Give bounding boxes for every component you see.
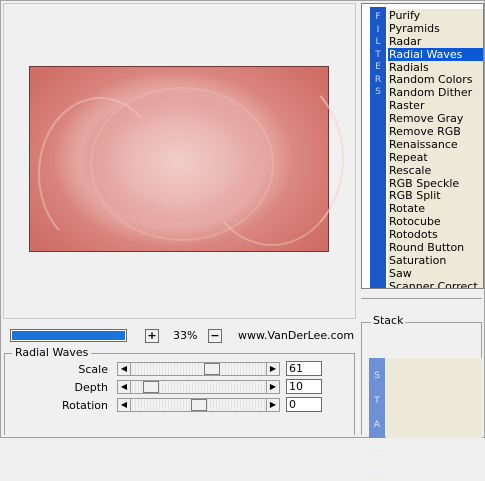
zoom-level: 33% xyxy=(173,329,198,342)
filter-item[interactable]: Renaissance xyxy=(388,138,483,151)
filter-item[interactable]: Raster xyxy=(388,99,483,112)
stack-tab-letter: C xyxy=(373,444,381,455)
filter-item[interactable]: Remove RGB xyxy=(388,125,483,138)
zoom-out-button[interactable]: − xyxy=(208,329,222,343)
filters-tab-letter: I xyxy=(376,24,380,35)
progress-bar xyxy=(10,329,127,342)
filter-item[interactable]: Radar xyxy=(388,35,483,48)
slider-thumb[interactable] xyxy=(142,381,159,393)
filter-item[interactable]: Rescale xyxy=(388,164,483,177)
filter-item[interactable]: Rotate xyxy=(388,202,483,215)
arrow-left-icon[interactable]: ◀ xyxy=(118,399,131,411)
progress-fill xyxy=(12,331,125,340)
stack-tab-letter: T xyxy=(374,395,380,406)
filter-item[interactable]: Round Button xyxy=(388,241,483,254)
stack-tab-letter: A xyxy=(373,420,381,430)
slider-thumb[interactable] xyxy=(190,399,207,411)
filter-item[interactable]: Rotodots xyxy=(388,228,483,241)
filter-item[interactable]: Pyramids xyxy=(388,22,483,35)
param-slider[interactable]: ◀ ▶ xyxy=(117,362,280,376)
credit-link[interactable]: www.VanDerLee.com xyxy=(238,329,354,342)
preview-image[interactable] xyxy=(29,66,344,252)
filter-item[interactable]: Remove Gray xyxy=(388,112,483,125)
param-label: Scale xyxy=(78,363,108,376)
group-title: Radial Waves xyxy=(12,346,92,359)
filter-item[interactable]: Radial Waves xyxy=(388,47,483,61)
param-slider[interactable]: ◀ ▶ xyxy=(117,398,280,412)
param-value-input[interactable]: 10 xyxy=(286,379,322,394)
param-label: Depth xyxy=(74,381,108,394)
stack-list[interactable] xyxy=(386,358,482,438)
stack-tab-letter: K xyxy=(374,469,380,479)
param-slider[interactable]: ◀ ▶ xyxy=(117,380,280,394)
filter-item[interactable]: RGB Speckle xyxy=(388,177,483,190)
slider-thumb[interactable] xyxy=(203,363,220,375)
filter-item[interactable]: Saw xyxy=(388,267,483,280)
filter-item[interactable]: Saturation xyxy=(388,254,483,267)
stack-tab-letter: S xyxy=(374,371,380,381)
arrow-left-icon[interactable]: ◀ xyxy=(118,381,131,393)
filter-item[interactable]: Random Colors xyxy=(388,73,483,87)
filter-item[interactable]: Rotocube xyxy=(388,215,483,228)
filter-item[interactable]: Radials xyxy=(388,61,483,74)
filters-tab-letter: S xyxy=(375,87,381,97)
param-value-input[interactable]: 61 xyxy=(286,361,322,376)
arrow-left-icon[interactable]: ◀ xyxy=(118,363,131,375)
filter-item[interactable]: Random Dither xyxy=(388,86,483,99)
filter-item[interactable]: Purify xyxy=(388,9,483,22)
wave-arc xyxy=(90,87,274,241)
param-value-input[interactable]: 0 xyxy=(286,397,322,412)
filters-tab-letter: E xyxy=(375,62,381,72)
filter-item[interactable]: Scanner Correct xyxy=(388,280,483,288)
filters-tab[interactable]: FILTERS xyxy=(370,7,386,288)
zoom-in-button[interactable]: + xyxy=(145,329,159,343)
arrow-right-icon[interactable]: ▶ xyxy=(266,381,279,393)
filters-tab-letter: L xyxy=(375,37,381,47)
param-label: Rotation xyxy=(61,399,108,412)
arrow-right-icon[interactable]: ▶ xyxy=(266,363,279,375)
filter-item[interactable]: Repeat xyxy=(388,151,483,164)
stack-title: Stack xyxy=(371,314,406,327)
arrow-right-icon[interactable]: ▶ xyxy=(266,399,279,411)
pane-divider[interactable] xyxy=(361,298,482,299)
filter-item[interactable]: RGB Split xyxy=(388,189,483,203)
filter-list[interactable]: Purify Pyramids Radar Radial Waves Radials Ra… xyxy=(388,9,483,288)
filters-tab-letter: F xyxy=(375,12,381,22)
filters-tab-letter: R xyxy=(374,74,382,85)
stack-tab[interactable]: S T A C K xyxy=(369,358,385,479)
filters-tab-letter: T xyxy=(375,49,381,60)
filter-list-pane: FILTERS Purify Pyramids Radar Radial Waves R… xyxy=(361,3,484,289)
